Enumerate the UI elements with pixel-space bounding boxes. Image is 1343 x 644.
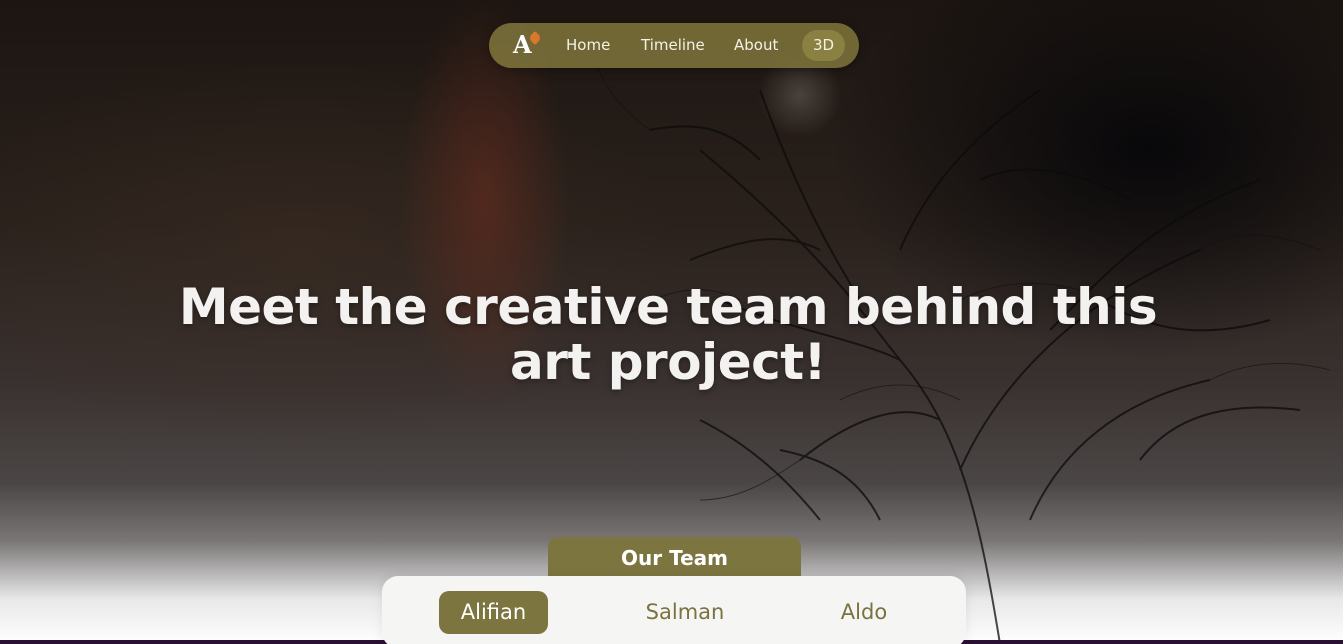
team-member-selector: Alifian Salman Aldo — [382, 576, 966, 644]
logo-letter: A — [513, 30, 532, 59]
member-tab-salman[interactable]: Salman — [620, 591, 750, 634]
top-nav: A Home Timeline About 3D — [489, 23, 859, 68]
member-tab-alifian[interactable]: Alifian — [439, 591, 548, 634]
nav-home-link[interactable]: Home — [566, 35, 610, 55]
site-logo[interactable]: A — [513, 30, 543, 60]
nav-timeline-link[interactable]: Timeline — [641, 35, 705, 55]
hero-heading-line1: Meet the creative team behind this — [178, 278, 1158, 336]
member-tab-aldo[interactable]: Aldo — [814, 591, 914, 634]
hero-heading-line2: art project! — [510, 333, 826, 391]
hero-heading: Meet the creative team behind this art p… — [150, 280, 1186, 390]
our-team-tab: Our Team — [548, 537, 801, 581]
nav-3d-link[interactable]: 3D — [802, 30, 845, 61]
nav-about-link[interactable]: About — [734, 35, 778, 55]
